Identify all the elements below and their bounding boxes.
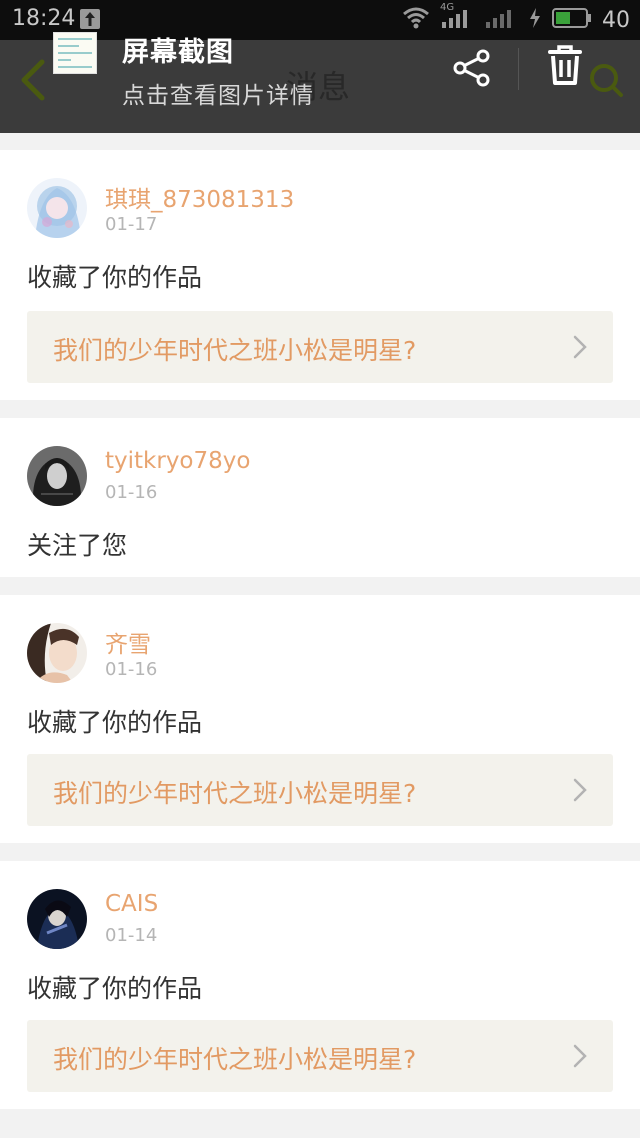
signal-4g-icon: 4G xyxy=(440,2,474,34)
screenshot-title[interactable]: 屏幕截图 xyxy=(122,30,234,69)
upload-icon xyxy=(80,9,100,29)
username[interactable]: tyitkryo78yo xyxy=(105,448,250,474)
message-action: 收藏了你的作品 xyxy=(27,708,203,737)
message-action: 关注了您 xyxy=(27,531,128,560)
username[interactable]: CAIS xyxy=(105,891,158,917)
message-card[interactable]: CAIS 01-14 收藏了你的作品 我们的少年时代之班小松是明星? xyxy=(0,861,640,1109)
username[interactable]: 齐雪 xyxy=(105,625,151,659)
work-link[interactable]: 我们的少年时代之班小松是明星? xyxy=(27,754,613,826)
username[interactable]: 琪琪_873081313 xyxy=(105,180,294,214)
work-title: 我们的少年时代之班小松是明星? xyxy=(53,336,417,365)
message-date: 01-16 xyxy=(105,482,158,503)
status-time: 18:24 xyxy=(12,6,76,31)
share-icon[interactable] xyxy=(452,48,492,92)
work-title: 我们的少年时代之班小松是明星? xyxy=(53,1045,417,1074)
message-date: 01-16 xyxy=(105,659,158,680)
avatar[interactable] xyxy=(27,889,87,949)
search-icon[interactable] xyxy=(588,62,624,102)
network-type-label: 4G xyxy=(440,2,455,13)
charging-icon xyxy=(528,7,542,33)
message-action: 收藏了你的作品 xyxy=(27,974,203,1003)
screenshot-subtitle[interactable]: 点击查看图片详情 xyxy=(122,76,314,110)
wifi-icon xyxy=(402,6,430,34)
message-list: 琪琪_873081313 01-17 收藏了你的作品 我们的少年时代之班小松是明… xyxy=(0,150,640,1127)
work-link[interactable]: 我们的少年时代之班小松是明星? xyxy=(27,311,613,383)
battery-level: 40 xyxy=(602,7,630,33)
avatar[interactable] xyxy=(27,178,87,238)
battery-icon xyxy=(552,7,592,33)
work-link[interactable]: 我们的少年时代之班小松是明星? xyxy=(27,1020,613,1092)
back-button[interactable] xyxy=(18,58,48,106)
message-action: 收藏了你的作品 xyxy=(27,263,203,292)
message-card[interactable]: 齐雪 01-16 收藏了你的作品 我们的少年时代之班小松是明星? xyxy=(0,595,640,843)
message-card[interactable]: tyitkryo78yo 01-16 关注了您 xyxy=(0,418,640,577)
message-date: 01-14 xyxy=(105,925,158,946)
chevron-right-icon xyxy=(573,1044,587,1072)
work-title: 我们的少年时代之班小松是明星? xyxy=(53,779,417,808)
avatar[interactable] xyxy=(27,623,87,683)
trash-icon[interactable] xyxy=(546,44,584,90)
message-card[interactable]: 琪琪_873081313 01-17 收藏了你的作品 我们的少年时代之班小松是明… xyxy=(0,150,640,400)
header: 消息 屏幕截图 点击查看图片详情 xyxy=(0,32,640,133)
screenshot-thumbnail[interactable] xyxy=(53,32,97,74)
avatar[interactable] xyxy=(27,446,87,506)
status-icons: 4G 40 xyxy=(402,2,630,34)
chevron-right-icon xyxy=(573,778,587,806)
chevron-right-icon xyxy=(573,335,587,363)
signal-icon xyxy=(484,6,518,34)
header-divider xyxy=(518,48,519,90)
message-date: 01-17 xyxy=(105,214,158,235)
